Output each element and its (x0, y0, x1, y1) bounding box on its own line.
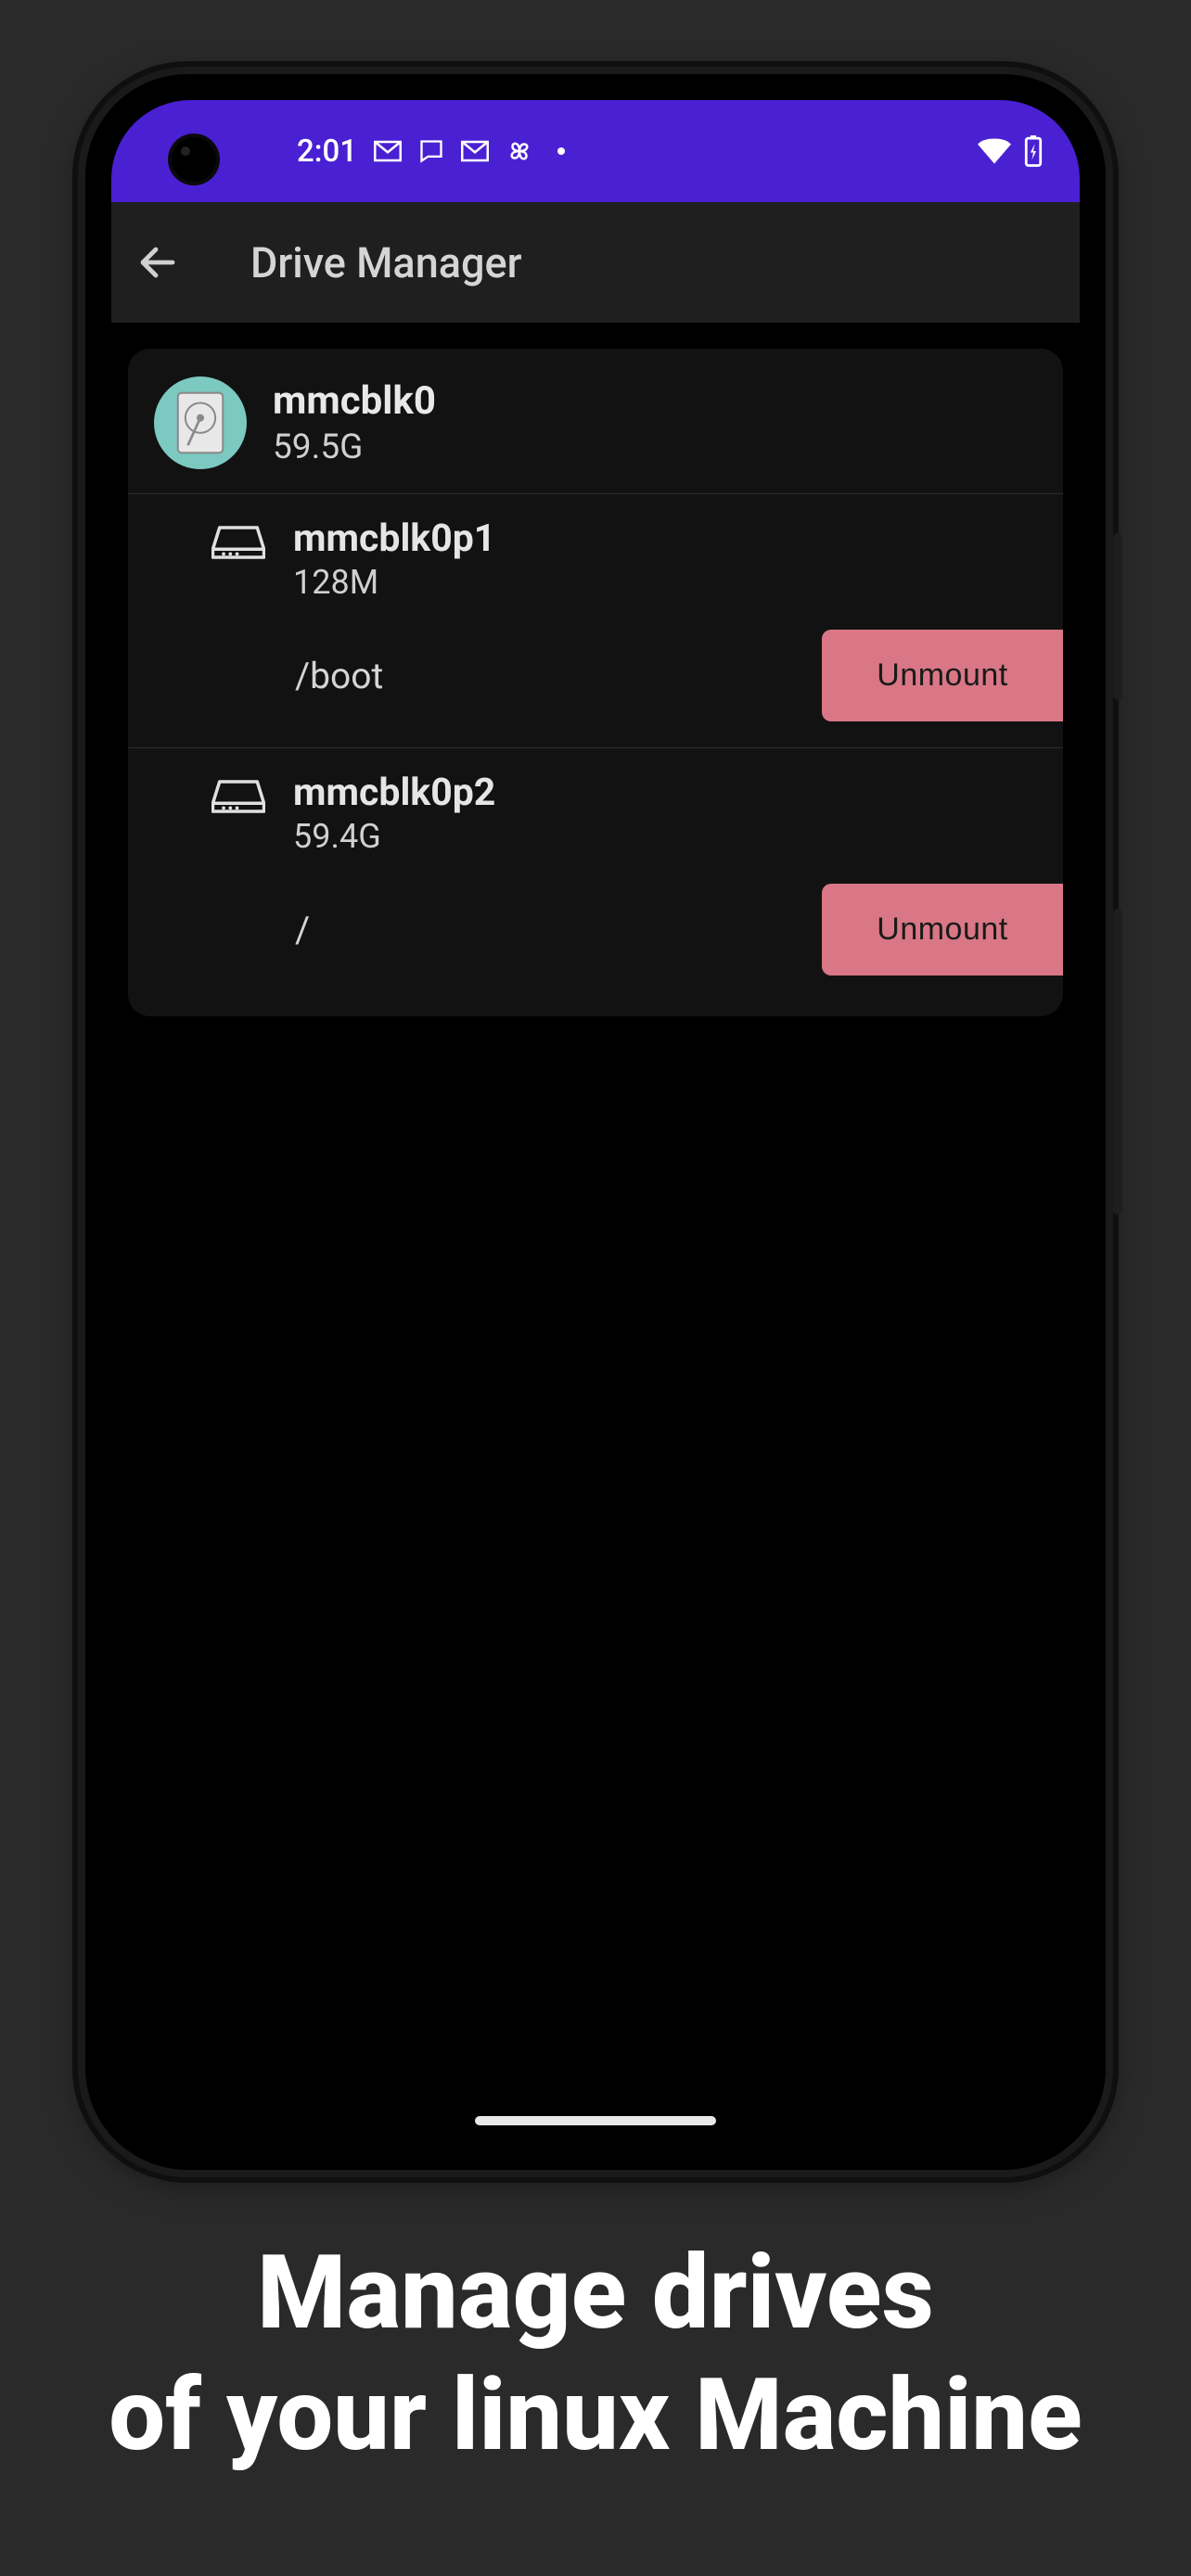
mount-point: /boot (295, 655, 383, 697)
page-title: Drive Manager (250, 238, 522, 287)
partition-row: mmcblk0p2 59.4G / Unmount (128, 748, 1063, 1016)
gmail-icon (374, 140, 402, 162)
nav-bar (111, 2098, 1080, 2144)
wifi-icon (978, 138, 1011, 164)
partition-size: 128M (293, 563, 495, 602)
drive-size: 59.5G (273, 427, 436, 467)
content-area: mmcblk0 59.5G (111, 323, 1080, 2098)
promo-line-2: of your linux Machine (109, 2358, 1082, 2473)
battery-charging-icon (1024, 135, 1043, 167)
unmount-button[interactable]: Unmount (822, 884, 1063, 976)
partition-row: mmcblk0p1 128M /boot Unmount (128, 494, 1063, 748)
phone-power-button (1113, 533, 1122, 700)
drive-card: mmcblk0 59.5G (128, 349, 1063, 1016)
mount-point: / (295, 909, 310, 951)
hdd-icon (154, 376, 247, 469)
unmount-button[interactable]: Unmount (822, 630, 1063, 721)
app-bar: Drive Manager (111, 202, 1080, 323)
back-button[interactable] (130, 235, 186, 290)
status-bar: 2:01 (111, 100, 1080, 202)
screen: 2:01 (111, 100, 1080, 2144)
pinwheel-icon (506, 137, 533, 165)
partition-name: mmcblk0p2 (293, 771, 495, 815)
nav-handle[interactable] (475, 2116, 716, 2125)
drive-icon (211, 776, 265, 821)
drive-header: mmcblk0 59.5G (128, 349, 1063, 494)
promo-line-1: Manage drives (109, 2235, 1082, 2353)
promo-text: Manage drives of your linux Machine (109, 2235, 1082, 2473)
drive-icon (211, 522, 265, 567)
phone-frame: 2:01 (85, 74, 1106, 2170)
drive-name: mmcblk0 (273, 378, 436, 424)
camera-hole (172, 137, 216, 182)
messages-icon (418, 138, 444, 164)
phone-volume-button (1113, 909, 1122, 1215)
status-time: 2:01 (297, 134, 357, 170)
partition-size: 59.4G (293, 817, 495, 856)
gmail-icon (461, 140, 489, 162)
status-more-dot (557, 147, 565, 155)
partition-name: mmcblk0p1 (293, 516, 495, 561)
